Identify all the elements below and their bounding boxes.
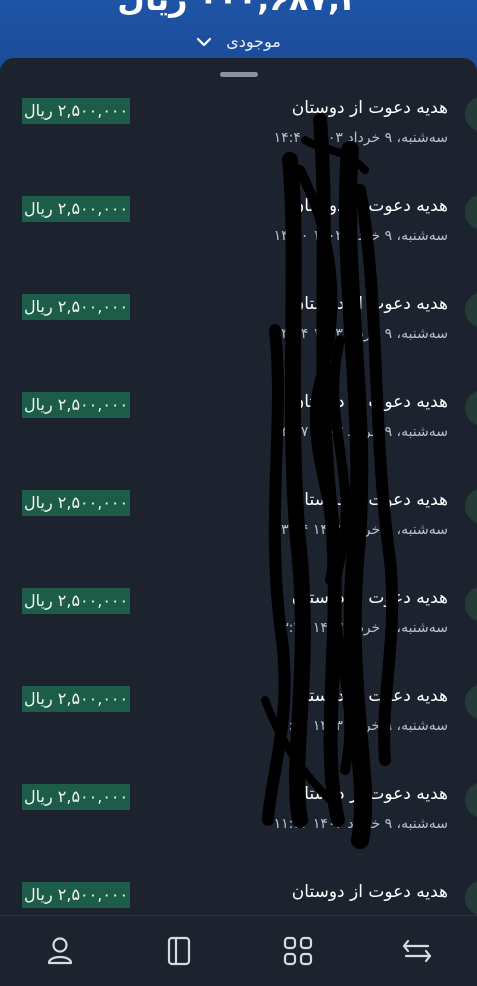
user-icon xyxy=(47,937,72,965)
transaction-icon xyxy=(465,292,477,328)
transaction-title: هدیه دعوت از دوستان xyxy=(291,784,448,804)
transaction-icon xyxy=(465,194,477,230)
transaction-icon xyxy=(465,782,477,818)
nav-services[interactable] xyxy=(276,929,320,973)
card-icon xyxy=(167,936,190,966)
transaction-item[interactable]: ۲,۵۰۰,۰۰۰ ریال هدیه دعوت از دوستان سه‌شن… xyxy=(0,254,477,352)
transaction-amount: ۲,۵۰۰,۰۰۰ ریال xyxy=(22,196,131,222)
nav-cards[interactable] xyxy=(157,929,201,973)
apps-grid-icon xyxy=(284,936,313,966)
transaction-date: سه‌شنبه، ۹ خرداد ۱۴۰۳ ۱۳:۳۷ xyxy=(273,424,448,440)
transaction-title: هدیه دعوت از دوستان xyxy=(291,196,448,216)
transaction-date: سه‌شنبه، ۹ خرداد ۱۴۰۳ ۱۳:۳۴ xyxy=(273,522,448,538)
transaction-title: هدیه دعوت از دوستان xyxy=(291,392,448,412)
transaction-icon xyxy=(465,586,477,622)
transaction-date: سه‌شنبه، ۹ خرداد ۱۴۰۳ ۱۳:۴۴ xyxy=(273,326,448,342)
nav-profile[interactable] xyxy=(38,929,82,973)
transaction-item[interactable]: ۲,۵۰۰,۰۰۰ ریال هدیه دعوت از دوستان سه‌شن… xyxy=(0,548,477,646)
transaction-date: سه‌شنبه، ۹ خرداد ۱۴۰۳ ۱۱:۳۷ xyxy=(273,718,448,734)
transaction-title: هدیه دعوت از دوستان xyxy=(291,588,448,608)
transaction-title: هدیه دعوت از دوستان xyxy=(291,294,448,314)
transaction-item[interactable]: ۲,۵۰۰,۰۰۰ ریال هدیه دعوت از دوستان سه‌شن… xyxy=(0,58,477,156)
transactions-sheet[interactable]: ۲,۵۰۰,۰۰۰ ریال هدیه دعوت از دوستان سه‌شن… xyxy=(0,58,477,915)
transaction-icon xyxy=(465,488,477,524)
transaction-title: هدیه دعوت از دوستان xyxy=(291,98,448,118)
transaction-title: هدیه دعوت از دوستان xyxy=(291,882,448,902)
nav-transfer[interactable] xyxy=(395,929,439,973)
transaction-icon xyxy=(465,96,477,132)
transaction-amount: ۲,۵۰۰,۰۰۰ ریال xyxy=(22,588,131,614)
balance-toggle[interactable]: موجودی xyxy=(0,32,477,51)
transaction-item[interactable]: ۲,۵۰۰,۰۰۰ ریال هدیه دعوت از دوستان سه‌شن… xyxy=(0,352,477,450)
transaction-icon xyxy=(465,390,477,426)
transaction-amount: ۲,۵۰۰,۰۰۰ ریال xyxy=(22,294,131,320)
chevron-down-icon xyxy=(197,37,212,46)
transaction-item[interactable]: ۲,۵۰۰,۰۰۰ ریال هدیه دعوت از دوستان xyxy=(0,842,477,915)
transfer-icon xyxy=(403,939,432,963)
transaction-title: هدیه دعوت از دوستان xyxy=(291,686,448,706)
transaction-date: سه‌شنبه، ۹ خرداد ۱۴۰۳ ۱۴:۳۰ xyxy=(273,228,448,244)
transaction-item[interactable]: ۲,۵۰۰,۰۰۰ ریال هدیه دعوت از دوستان سه‌شن… xyxy=(0,646,477,744)
transaction-amount: ۲,۵۰۰,۰۰۰ ریال xyxy=(22,490,131,516)
bottom-navigation xyxy=(0,915,477,986)
transaction-item[interactable]: ۲,۵۰۰,۰۰۰ ریال هدیه دعوت از دوستان سه‌شن… xyxy=(0,450,477,548)
transaction-amount: ۲,۵۰۰,۰۰۰ ریال xyxy=(22,98,131,124)
balance-label: موجودی xyxy=(226,32,281,51)
transaction-amount: ۲,۵۰۰,۰۰۰ ریال xyxy=(22,392,131,418)
transaction-icon xyxy=(465,880,477,915)
transaction-date: سه‌شنبه، ۹ خرداد ۱۴۰۳ ۱۳:۳۳ xyxy=(273,620,448,636)
transaction-item[interactable]: ۲,۵۰۰,۰۰۰ ریال هدیه دعوت از دوستان سه‌شن… xyxy=(0,744,477,842)
transaction-date: سه‌شنبه، ۹ خرداد ۱۴۰۳ ۱۱:۳۴ xyxy=(273,816,448,832)
transaction-amount: ۲,۵۰۰,۰۰۰ ریال xyxy=(22,784,131,810)
transaction-amount: ۲,۵۰۰,۰۰۰ ریال xyxy=(22,686,131,712)
transaction-title: هدیه دعوت از دوستان xyxy=(291,490,448,510)
balance-amount: ۰۰۰,۶۸۷,۳ ریال xyxy=(0,0,477,18)
transaction-icon xyxy=(465,684,477,720)
transaction-date: سه‌شنبه، ۹ خرداد ۱۴۰۳ ۱۴:۴۰ xyxy=(273,130,448,146)
transaction-amount: ۲,۵۰۰,۰۰۰ ریال xyxy=(22,882,131,908)
transaction-item[interactable]: ۲,۵۰۰,۰۰۰ ریال هدیه دعوت از دوستان سه‌شن… xyxy=(0,156,477,254)
